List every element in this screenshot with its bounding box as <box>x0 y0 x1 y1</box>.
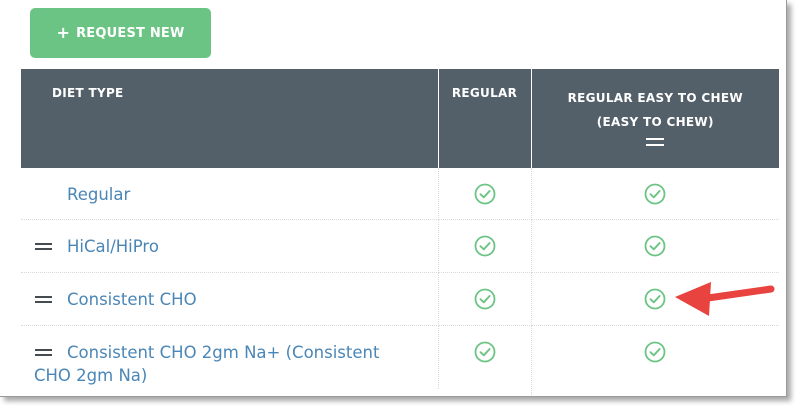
diet-name-cell: Consistent CHO 2gm Na+ (Consistent CHO 2… <box>21 325 439 396</box>
regular-cell <box>438 325 532 396</box>
check-circle-icon <box>644 235 666 261</box>
diet-name-cell: Consistent CHO <box>21 272 439 326</box>
request-new-label: REQUEST NEW <box>76 25 185 41</box>
check-circle-icon <box>474 341 496 367</box>
diet-name-cell: Regular <box>21 168 439 220</box>
diet-type-table: DIET TYPE REGULAR REGULAR EASY TO CHEW (… <box>21 69 779 396</box>
diet-name-cell: HiCal/HiPro <box>21 219 439 273</box>
diet-link-consistent-cho-2gm-na[interactable]: Consistent CHO 2gm Na+ (Consistent CHO 2… <box>21 326 438 387</box>
easy-to-chew-cell <box>531 168 779 220</box>
table-header-row: DIET TYPE REGULAR REGULAR EASY TO CHEW (… <box>21 69 779 168</box>
drag-handle-icon[interactable] <box>35 296 52 303</box>
check-circle-icon <box>474 288 496 314</box>
table-row: Consistent CHO <box>21 272 779 326</box>
table-row: Regular <box>21 168 779 220</box>
diet-link-regular[interactable]: Regular <box>21 168 438 206</box>
easy-to-chew-cell <box>531 219 779 273</box>
check-circle-icon <box>474 183 496 209</box>
column-drag-handle-icon[interactable] <box>646 138 665 146</box>
header-regular: REGULAR <box>438 69 532 168</box>
regular-cell <box>438 168 532 220</box>
check-circle-icon <box>644 288 666 314</box>
torn-edge-bottom <box>0 390 786 396</box>
regular-cell <box>438 272 532 326</box>
plus-icon: + <box>56 23 71 42</box>
header-diet-type: DIET TYPE <box>21 69 439 168</box>
drag-handle-icon[interactable] <box>35 349 52 356</box>
request-new-button[interactable]: + REQUEST NEW <box>30 8 211 58</box>
red-arrow-icon <box>675 282 775 316</box>
easy-to-chew-cell <box>531 325 779 396</box>
check-circle-icon <box>474 235 496 261</box>
screenshot-frame: + REQUEST NEW DIET TYPE REGULAR REGULAR … <box>0 0 787 397</box>
diet-link-consistent-cho[interactable]: Consistent CHO <box>21 273 438 311</box>
torn-edge-right <box>780 0 786 396</box>
table-row: HiCal/HiPro <box>21 219 779 273</box>
header-easy-to-chew: REGULAR EASY TO CHEW (EASY TO CHEW) <box>531 69 779 168</box>
diet-link-hical-hipro[interactable]: HiCal/HiPro <box>21 220 438 258</box>
regular-cell <box>438 219 532 273</box>
table-row: Consistent CHO 2gm Na+ (Consistent CHO 2… <box>21 325 779 396</box>
check-circle-icon <box>644 183 666 209</box>
drag-handle-icon[interactable] <box>35 243 52 250</box>
check-circle-icon <box>644 341 666 367</box>
